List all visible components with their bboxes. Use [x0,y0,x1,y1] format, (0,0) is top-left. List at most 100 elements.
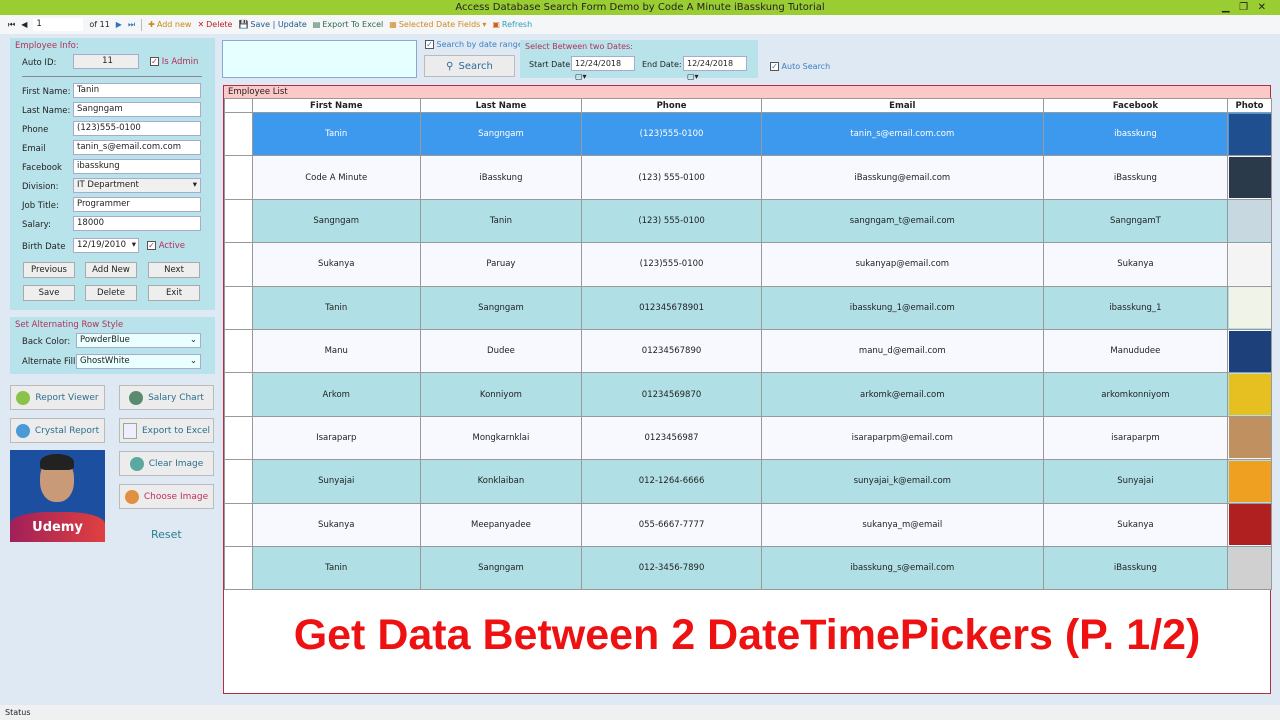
row-header[interactable] [224,415,253,461]
clear-image-button[interactable]: Clear Image [119,451,214,476]
photo-cell[interactable] [1227,372,1272,417]
move-first-button[interactable]: ⏮ [8,20,15,30]
table-cell[interactable]: 055-6667-7777 [581,502,762,547]
table-cell[interactable]: ibasskung [1042,111,1229,157]
delete-form-button[interactable]: Delete [85,285,137,301]
add-new-form-button[interactable]: Add New [85,262,137,278]
move-previous-button[interactable]: ◀ [21,20,27,29]
table-cell[interactable]: isaraparpm [1042,415,1229,461]
table-cell[interactable]: Sangngam [252,198,421,244]
table-cell[interactable]: Dudee [419,328,583,374]
table-cell[interactable]: Isaraparp [252,415,421,461]
refresh-button[interactable]: ▣ Refresh [492,20,532,29]
is-admin-checkbox[interactable]: ✓ Is Admin [150,57,198,67]
field-input[interactable]: Sangngam [73,102,201,117]
table-cell[interactable]: Sangngam [419,285,583,330]
birth-date-picker[interactable]: 12/19/2010 ▾ [73,238,139,253]
end-date-picker[interactable]: 12/24/2018 ▢▾ [683,56,747,81]
auto-search-checkbox[interactable]: ✓ Auto Search [770,62,830,71]
table-cell[interactable]: 01234569870 [581,372,762,417]
table-cell[interactable]: 012-1264-6666 [581,459,762,504]
row-header[interactable] [224,198,253,244]
table-cell[interactable]: Manududee [1042,328,1229,374]
table-cell[interactable]: sukanya_m@email [760,502,1044,547]
row-header[interactable] [224,155,253,200]
table-cell[interactable]: Arkom [252,372,421,417]
table-cell[interactable]: sangngam_t@email.com [760,198,1044,244]
move-next-button[interactable]: ▶ [116,20,122,29]
row-header[interactable] [224,328,253,374]
table-cell[interactable]: sukanyap@email.com [760,242,1044,287]
table-cell[interactable]: ibasskung_s@email.com [760,545,1044,591]
table-cell[interactable]: 0123456987 [581,415,762,461]
start-date-picker[interactable]: 12/24/2018 ▢▾ [571,56,635,81]
table-cell[interactable]: iBasskung@email.com [760,155,1044,200]
add-new-button[interactable]: ✚ Add new [148,20,191,29]
table-cell[interactable]: Manu [252,328,421,374]
table-cell[interactable]: Sukanya [1042,242,1229,287]
table-cell[interactable]: 012345678901 [581,285,762,330]
alternate-fill-select[interactable]: GhostWhite ⌄ [76,354,201,369]
reset-link[interactable]: Reset [151,528,182,541]
field-input[interactable]: 18000 [73,216,201,231]
table-cell[interactable]: isaraparpm@email.com [760,415,1044,461]
table-cell[interactable]: Sangngam [419,545,583,591]
field-input[interactable]: (123)555-0100 [73,121,201,136]
row-header[interactable] [224,285,253,330]
table-cell[interactable]: sunyajai_k@email.com [760,459,1044,504]
table-cell[interactable]: Tanin [419,198,583,244]
delete-button[interactable]: ✕ Delete [197,20,232,29]
table-cell[interactable]: (123) 555-0100 [581,155,762,200]
table-cell[interactable]: (123)555-0100 [581,111,762,157]
row-header[interactable]: ▸ [224,111,253,157]
field-input[interactable]: ibasskung [73,159,201,174]
table-cell[interactable]: (123)555-0100 [581,242,762,287]
table-row[interactable]: Arkom Konniyom 01234569870 arkomk@email.com… [224,372,1272,417]
table-cell[interactable]: Tanin [252,545,421,591]
position-input[interactable]: 1 [33,18,84,31]
table-row[interactable]: Code A Minute iBasskung (123) 555-0100 iBas… [224,155,1272,200]
row-header[interactable] [224,502,253,547]
table-cell[interactable]: Code A Minute [252,155,421,200]
column-header[interactable]: Phone [581,98,762,113]
table-cell[interactable]: iBasskung [1042,155,1229,200]
photo-cell[interactable] [1227,459,1272,504]
crystal-report-button[interactable]: Crystal Report [10,418,105,443]
table-row[interactable]: Tanin Sangngam 012-3456-7890 ibasskung_s@em… [224,545,1272,591]
table-cell[interactable]: Meepanyadee [419,502,583,547]
search-by-date-checkbox[interactable]: ✓ Search by date range [425,40,523,49]
table-cell[interactable]: 01234567890 [581,328,762,374]
choose-image-button[interactable]: Choose Image [119,484,214,509]
next-button[interactable]: Next [148,262,200,278]
table-cell[interactable]: Tanin [252,285,421,330]
row-header[interactable] [224,372,253,417]
row-header[interactable] [224,459,253,504]
table-cell[interactable]: Sukanya [1042,502,1229,547]
table-cell[interactable]: Paruay [419,242,583,287]
table-cell[interactable]: (123) 555-0100 [581,198,762,244]
table-row[interactable]: Sukanya Meepanyadee 055-6667-7777 sukanya_m… [224,502,1272,547]
row-header[interactable] [224,242,253,287]
column-header[interactable]: Email [760,98,1044,113]
table-cell[interactable]: Sangngam [419,111,583,157]
search-button[interactable]: ⚲ Search [424,55,515,77]
photo-cell[interactable] [1227,198,1272,244]
table-row[interactable]: Manu Dudee 01234567890 manu_d@email.com Manu… [224,328,1272,374]
table-cell[interactable]: iBasskung [1042,545,1229,591]
column-header[interactable]: Photo [1227,98,1272,113]
row-header[interactable] [224,545,253,591]
table-row[interactable]: Isaraparp Mongkarnklai 0123456987 isaraparp… [224,415,1272,461]
save-form-button[interactable]: Save [23,285,75,301]
previous-button[interactable]: Previous [23,262,75,278]
photo-cell[interactable] [1227,155,1272,200]
table-cell[interactable]: Konklaiban [419,459,583,504]
table-cell[interactable]: iBasskung [419,155,583,200]
table-cell[interactable]: Konniyom [419,372,583,417]
table-cell[interactable]: Mongkarnklai [419,415,583,461]
report-viewer-button[interactable]: Report Viewer [10,385,105,410]
table-row[interactable]: Sangngam Tanin (123) 555-0100 sangngam_t@em… [224,198,1272,244]
table-cell[interactable]: SangngamT [1042,198,1229,244]
table-cell[interactable]: Sukanya [252,502,421,547]
table-cell[interactable]: ibasskung_1@email.com [760,285,1044,330]
table-row[interactable]: ▸ Tanin Sangngam (123)555-0100 tanin_s@email… [224,111,1272,157]
